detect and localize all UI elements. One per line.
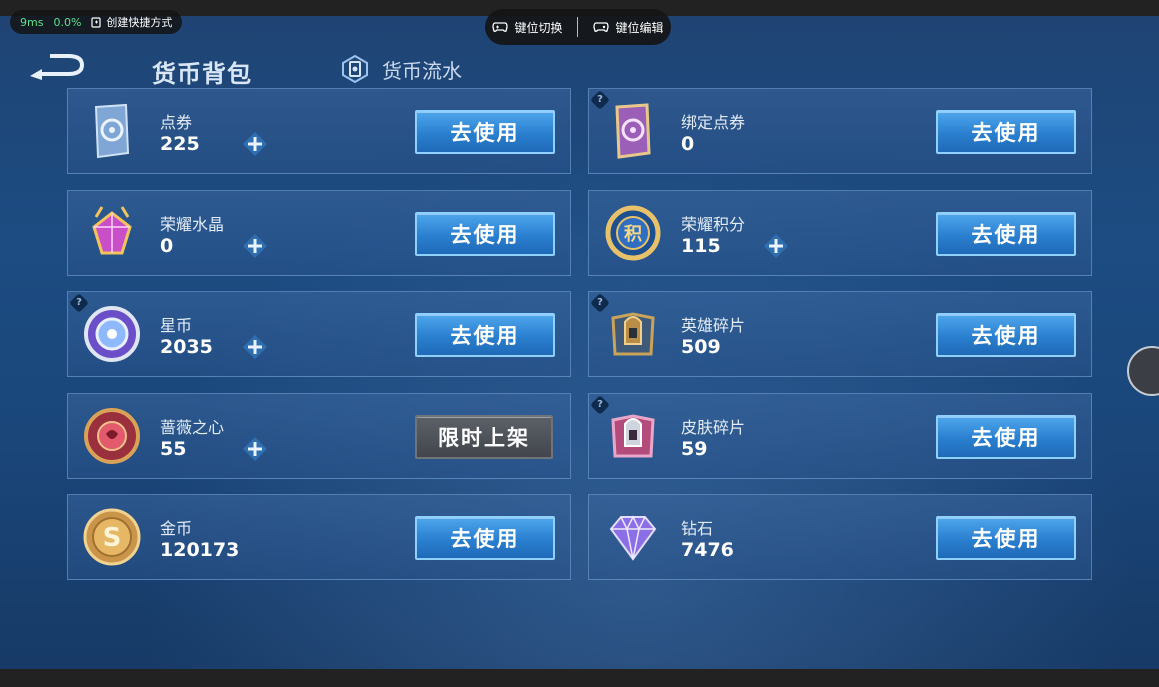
use-button[interactable]: 去使用: [936, 313, 1076, 357]
flow-icon: [342, 54, 368, 84]
window-bottom-bar: [0, 669, 1159, 687]
currency-value: 0: [160, 235, 174, 257]
currency-name: 星币: [160, 316, 193, 335]
use-button[interactable]: 去使用: [936, 415, 1076, 459]
currency-name: 皮肤碎片: [681, 418, 746, 437]
glory-points-icon: 积: [605, 205, 661, 261]
divider: [577, 17, 579, 37]
currency-name: 荣耀积分: [681, 215, 746, 234]
key-edit-button[interactable]: 键位编辑: [593, 19, 663, 36]
use-button[interactable]: 去使用: [936, 516, 1076, 560]
add-icon[interactable]: [242, 436, 268, 462]
add-icon[interactable]: [242, 131, 268, 157]
shortcut-icon: [91, 16, 102, 28]
coupon-icon: [94, 103, 130, 159]
gamepad-icon: [593, 22, 610, 32]
crystal-icon: [92, 206, 132, 255]
bound-coupon-icon: [615, 103, 651, 159]
use-button[interactable]: 去使用: [415, 212, 555, 256]
gold-coin-icon: S: [83, 508, 141, 566]
latency-text: 9ms: [20, 15, 44, 29]
diamond-icon: [609, 515, 657, 561]
currency-card-diamond: 钻石 7476 去使用: [588, 494, 1092, 580]
tab-currency-flow-label: 货币流水: [382, 58, 462, 83]
svg-text:S: S: [103, 523, 122, 553]
key-edit-label: 键位编辑: [615, 20, 664, 35]
add-icon[interactable]: [763, 233, 789, 259]
currency-name: 绑定点券: [681, 113, 746, 132]
keymap-toolbar: 键位切换 键位编辑: [485, 9, 671, 45]
limited-time-button: 限时上架: [415, 415, 553, 459]
hero-fragment-icon: [611, 312, 655, 356]
use-button[interactable]: 去使用: [936, 110, 1076, 154]
currency-card-skin-fragment: ? 皮肤碎片 59 去使用: [588, 393, 1092, 479]
currency-card-glory-points: 积 荣耀积分 115 去使用: [588, 190, 1092, 276]
key-switch-button[interactable]: 键位切换: [492, 19, 563, 36]
currency-name: 英雄碎片: [681, 316, 746, 335]
currency-value: 7476: [681, 539, 734, 561]
svg-text:积: 积: [624, 224, 642, 245]
currency-name: 蔷薇之心: [160, 418, 225, 437]
currency-value: 0: [681, 133, 695, 155]
use-button[interactable]: 去使用: [415, 516, 555, 560]
use-button[interactable]: 去使用: [415, 313, 555, 357]
key-switch-label: 键位切换: [514, 20, 563, 35]
currency-card-star-coin: ? 星币 2035 去使用: [67, 291, 571, 377]
page-title: 货币背包: [152, 60, 252, 88]
add-icon[interactable]: [242, 233, 268, 259]
currency-value: 120173: [160, 539, 240, 561]
currency-card-bound-coupon: ? 绑定点券 0 去使用: [588, 88, 1092, 174]
skin-fragment-icon: [611, 414, 655, 458]
currency-value: 225: [160, 133, 200, 155]
currency-card-gold-coin: S 金币 120173 去使用: [67, 494, 571, 580]
performance-overlay: 9ms 0.0% 创建快捷方式: [10, 10, 183, 34]
currency-value: 115: [681, 235, 721, 257]
game-screen: 货币背包 货币流水 点券 225 去使用 ? 绑定点券 0 去使用 荣耀水晶 0…: [0, 16, 1159, 669]
star-coin-icon: [84, 306, 140, 362]
currency-value: 2035: [160, 336, 213, 358]
currency-card-rose-heart: 蔷薇之心 55 限时上架: [67, 393, 571, 479]
currency-card-hero-fragment: ? 英雄碎片 509 去使用: [588, 291, 1092, 377]
currency-name: 金币: [160, 519, 193, 538]
currency-value: 55: [160, 438, 187, 460]
currency-card-glory-crystal: 荣耀水晶 0 去使用: [67, 190, 571, 276]
tab-currency-flow[interactable]: 货币流水: [340, 54, 462, 84]
use-button[interactable]: 去使用: [936, 212, 1076, 256]
currency-value: 59: [681, 438, 708, 460]
back-icon[interactable]: [28, 52, 88, 82]
rose-heart-icon: [84, 408, 140, 464]
add-icon[interactable]: [242, 334, 268, 360]
currency-name: 点券: [160, 113, 193, 132]
floating-menu-handle[interactable]: [1127, 346, 1159, 396]
gamepad-icon: [492, 22, 509, 32]
load-text: 0.0%: [53, 15, 82, 29]
create-shortcut-button[interactable]: 创建快捷方式: [91, 14, 172, 30]
currency-name: 钻石: [681, 519, 714, 538]
use-button[interactable]: 去使用: [415, 110, 555, 154]
currency-value: 509: [681, 336, 721, 358]
create-shortcut-label: 创建快捷方式: [106, 16, 173, 29]
currency-name: 荣耀水晶: [160, 215, 225, 234]
currency-card-coupon: 点券 225 去使用: [67, 88, 571, 174]
